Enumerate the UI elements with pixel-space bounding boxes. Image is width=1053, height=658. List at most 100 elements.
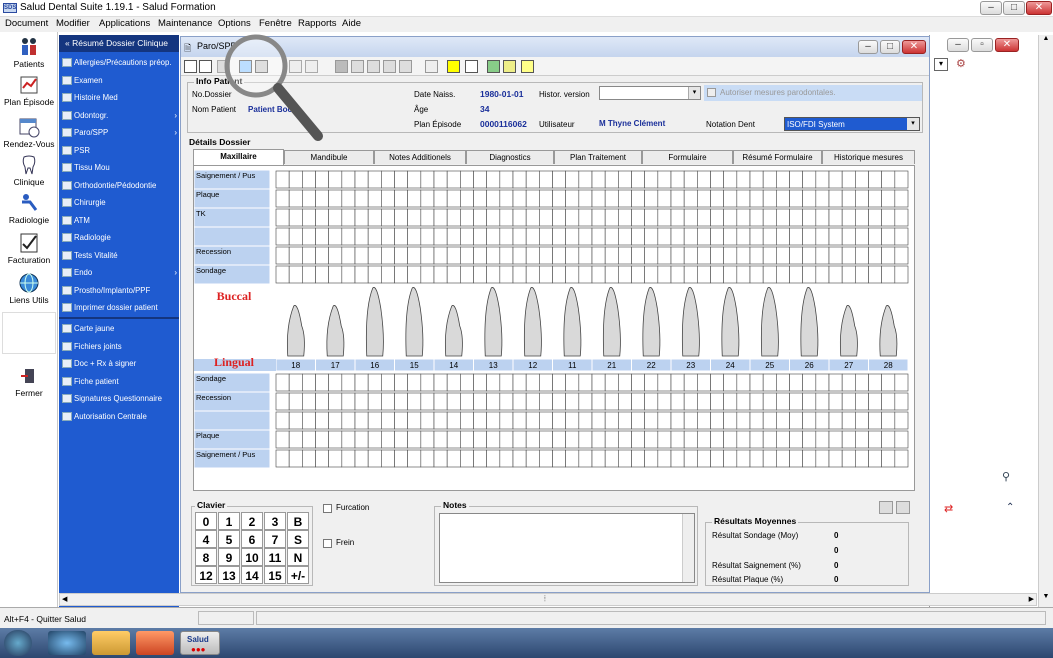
key-3[interactable]: 3 bbox=[264, 512, 286, 530]
clinical-menu-item[interactable]: Orthodontie/Pédodontie bbox=[59, 177, 179, 195]
scroll-left-arrow[interactable]: ◀ bbox=[62, 595, 67, 603]
arrow-right-button[interactable] bbox=[896, 501, 910, 514]
key-16[interactable]: 13 bbox=[218, 566, 240, 584]
clinical-menu-item[interactable]: Odontogr. › bbox=[59, 107, 179, 125]
tab-6[interactable]: Résumé Formulaire bbox=[733, 150, 822, 164]
radiologie-button[interactable]: Radiologie bbox=[0, 192, 58, 225]
scroll-right-arrow[interactable]: ▶ bbox=[1029, 595, 1034, 603]
clinical-menu-item[interactable]: Endo › bbox=[59, 264, 179, 282]
fermer-button[interactable]: Fermer bbox=[0, 365, 58, 398]
tab-5[interactable]: Formulaire bbox=[642, 150, 733, 164]
tab-0[interactable]: Maxillaire bbox=[193, 149, 284, 165]
clinical-menu-item[interactable]: Radiologie bbox=[59, 229, 179, 247]
key-4[interactable]: B bbox=[287, 512, 309, 530]
key-8[interactable]: 7 bbox=[264, 530, 286, 548]
menu-maintenance[interactable]: Maintenance bbox=[158, 18, 212, 29]
scroll-down-arrow[interactable]: ▼ bbox=[1040, 593, 1052, 605]
key-0[interactable]: 0 bbox=[195, 512, 217, 530]
start-button[interactable] bbox=[4, 630, 32, 656]
clinical-menu-item[interactable]: Fiche patient bbox=[59, 373, 179, 391]
chart-tool-3-icon[interactable] bbox=[383, 60, 396, 73]
key-2[interactable]: 2 bbox=[241, 512, 263, 530]
key-14[interactable]: N bbox=[287, 548, 309, 566]
clinical-menu-item[interactable]: Autorisation Centrale bbox=[59, 408, 179, 426]
key-12[interactable]: 10 bbox=[241, 548, 263, 566]
key-6[interactable]: 5 bbox=[218, 530, 240, 548]
scroll-up-arrow[interactable]: ▲ bbox=[1040, 35, 1052, 47]
clinical-menu-item[interactable]: Imprimer dossier patient bbox=[59, 299, 179, 317]
key-5[interactable]: 4 bbox=[195, 530, 217, 548]
clinical-menu-item[interactable]: Histoire Med bbox=[59, 89, 179, 107]
scroll-thumb-grip[interactable]: ⦙ bbox=[544, 594, 546, 604]
clinical-menu-item[interactable]: Paro/SPP › bbox=[59, 124, 179, 142]
tooth-tool-icon[interactable] bbox=[335, 60, 348, 73]
facturation-button[interactable]: Facturation bbox=[0, 232, 58, 265]
histor-version-select[interactable]: ▾ bbox=[599, 86, 701, 100]
chart-icon[interactable] bbox=[487, 60, 500, 73]
bg-restore-button[interactable]: ▫ bbox=[971, 38, 993, 52]
clinical-menu-item[interactable]: Allergies/Précautions préop. bbox=[59, 54, 179, 72]
menu-aide[interactable]: Aide bbox=[342, 18, 361, 29]
clinical-menu-item[interactable]: Prostho/Implanto/PPF bbox=[59, 282, 179, 300]
plan-episode-button[interactable]: Plan Épisode bbox=[0, 74, 58, 107]
marker-icon[interactable] bbox=[425, 60, 438, 73]
chart-tool-4-icon[interactable] bbox=[399, 60, 412, 73]
notation-dent-select[interactable]: ISO/FDI System ▾ bbox=[784, 117, 920, 131]
tab-2[interactable]: Notes Additionels bbox=[374, 150, 466, 164]
key-7[interactable]: 6 bbox=[241, 530, 263, 548]
arrow-left-button[interactable] bbox=[879, 501, 893, 514]
bg-refresh-icon[interactable]: ⇄ bbox=[944, 502, 953, 515]
clinical-menu-item[interactable]: Signatures Questionnaire bbox=[59, 390, 179, 408]
dialog-minimize-button[interactable]: – bbox=[858, 40, 878, 54]
close-button[interactable]: ✕ bbox=[1026, 1, 1052, 15]
key-18[interactable]: 15 bbox=[264, 566, 286, 584]
notes-scrollbar[interactable] bbox=[682, 514, 694, 582]
tab-3[interactable]: Diagnostics bbox=[466, 150, 554, 164]
dialog-close-button[interactable]: ✕ bbox=[902, 40, 926, 54]
patients-button[interactable]: Patients bbox=[0, 36, 58, 69]
rendez-vous-button[interactable]: Rendez-Vous bbox=[0, 116, 58, 149]
add-icon[interactable] bbox=[465, 60, 478, 73]
edit-document-icon[interactable] bbox=[199, 60, 212, 73]
bg-close-button[interactable]: ✕ bbox=[995, 38, 1019, 52]
clinical-menu-item[interactable]: Carte jaune bbox=[59, 320, 179, 338]
clinical-menu-item[interactable]: Examen bbox=[59, 72, 179, 90]
key-10[interactable]: 8 bbox=[195, 548, 217, 566]
key-19[interactable]: +/- bbox=[287, 566, 309, 584]
bg-tool-icon[interactable]: ⚙ bbox=[956, 57, 970, 71]
file-explorer-icon[interactable] bbox=[92, 631, 130, 655]
highlight-icon[interactable] bbox=[447, 60, 460, 73]
tab-4[interactable]: Plan Traitement bbox=[554, 150, 642, 164]
key-13[interactable]: 11 bbox=[264, 548, 286, 566]
clinical-menu-item[interactable]: Tests Vitalité bbox=[59, 247, 179, 265]
tab-1[interactable]: Mandibule bbox=[284, 150, 374, 164]
key-9[interactable]: S bbox=[287, 530, 309, 548]
salud-taskbar-button[interactable]: Salud ●●● bbox=[180, 631, 220, 655]
media-player-icon[interactable] bbox=[136, 631, 174, 655]
minimize-button[interactable]: – bbox=[980, 1, 1002, 15]
frein-checkbox[interactable] bbox=[323, 539, 332, 548]
menu-applications[interactable]: Applications bbox=[99, 18, 150, 29]
clinical-menu-item[interactable]: Doc + Rx à signer bbox=[59, 355, 179, 373]
menu-document[interactable]: Document bbox=[5, 18, 48, 29]
notes-textarea[interactable] bbox=[439, 513, 695, 583]
clinical-menu-item[interactable]: Fichiers joints bbox=[59, 338, 179, 356]
menu-modifier[interactable]: Modifier bbox=[56, 18, 90, 29]
clinical-menu-item[interactable]: Tissu Mou bbox=[59, 159, 179, 177]
clinique-button[interactable]: Clinique bbox=[0, 154, 58, 187]
key-17[interactable]: 14 bbox=[241, 566, 263, 584]
key-15[interactable]: 12 bbox=[195, 566, 217, 584]
liens-utils-button[interactable]: Liens Utils bbox=[0, 272, 58, 305]
chart-tool-1-icon[interactable] bbox=[351, 60, 364, 73]
help-icon[interactable] bbox=[521, 60, 534, 73]
bg-dropdown-arrow[interactable]: ▾ bbox=[934, 58, 948, 71]
maximize-button[interactable]: □ bbox=[1003, 1, 1025, 15]
chart-tool-2-icon[interactable] bbox=[367, 60, 380, 73]
horizontal-scrollbar[interactable]: ◀ ⦙ ▶ bbox=[59, 593, 1037, 606]
new-document-icon[interactable] bbox=[184, 60, 197, 73]
clinical-menu-item[interactable]: Chirurgie bbox=[59, 194, 179, 212]
grid-icon[interactable] bbox=[503, 60, 516, 73]
bg-search-icon[interactable]: ⚲ bbox=[1002, 470, 1010, 483]
clinical-summary-header[interactable]: « Résumé Dossier Clinique bbox=[59, 35, 179, 52]
bg-minimize-button[interactable]: – bbox=[947, 38, 969, 52]
